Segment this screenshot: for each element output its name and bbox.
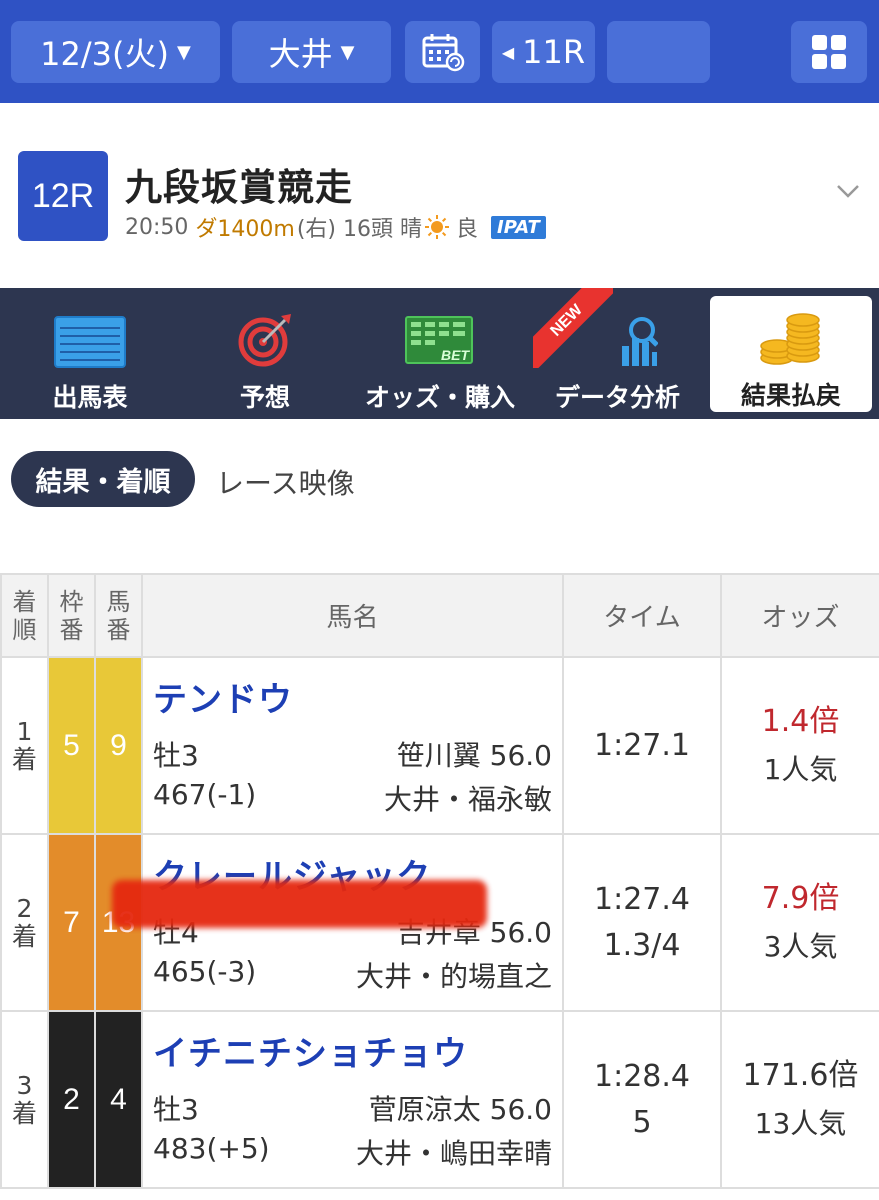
caret-down-icon: ▼ <box>177 41 191 63</box>
race-title: 九段坂賞競走 <box>125 166 353 209</box>
waku-cell: 5 <box>47 656 96 835</box>
tab-label: 出馬表 <box>52 383 128 412</box>
tab-label: 予想 <box>239 383 290 412</box>
race-going: 良 <box>456 217 479 242</box>
prev-race-label: 11R <box>522 33 586 71</box>
date-value: 12/3(火) <box>40 35 169 73</box>
umaban-cell: 4 <box>94 1010 143 1189</box>
calendar-button[interactable] <box>405 21 480 83</box>
date-select[interactable]: 12/3(火) ▼ <box>11 21 220 83</box>
header-umaban: 馬番 <box>94 573 143 658</box>
horse-cell: イチニチショチョウ 牡3 菅原涼太 56.0 483(+5) 大井・嶋田幸晴 <box>141 1010 564 1189</box>
race-direction: (右) <box>296 217 336 242</box>
race-runners: 16頭 <box>343 217 393 242</box>
horse-weight: 467(-1) <box>153 778 257 811</box>
target-icon <box>238 314 291 367</box>
coins-icon <box>760 313 820 365</box>
tab-label: データ分析 <box>554 383 680 412</box>
rank-cell: 2着 <box>0 833 49 1012</box>
jockey-weight: 笹川翼 56.0 <box>396 739 552 772</box>
chevron-down-icon[interactable] <box>833 176 863 206</box>
sex-age: 牡3 <box>153 739 199 772</box>
ipat-badge: IPAT <box>491 215 546 239</box>
race-info: 20:50 ダ1400m (右) 16頭 晴 良 IPAT <box>125 211 553 243</box>
rank-cell: 1着 <box>0 656 49 835</box>
top-nav-bar: 12/3(火) ▼ 大井 ▼ ◀ 11R <box>0 0 879 103</box>
table-row: 3着 2 4 イチニチショチョウ 牡3 菅原涼太 56.0 483(+5) 大井… <box>0 1010 879 1189</box>
header-waku: 枠番 <box>47 573 96 658</box>
horse-weight: 465(-3) <box>153 955 257 988</box>
umaban-cell: 9 <box>94 656 143 835</box>
trainer: 大井・福永敏 <box>383 783 552 816</box>
main-tab-bar: 出馬表 予想 BET オッズ・購入 データ分析 NEW 結果払戻 <box>0 288 879 419</box>
horse-weight: 483(+5) <box>153 1132 270 1165</box>
time-cell: 1:28.4 5 <box>562 1010 722 1189</box>
sex-age: 牡3 <box>153 1093 199 1126</box>
next-race-button[interactable] <box>607 21 710 83</box>
subtab-results-order[interactable]: 結果・着順 <box>11 451 195 507</box>
tab-race-card[interactable]: 出馬表 <box>10 288 170 419</box>
trainer: 大井・的場直之 <box>355 960 552 993</box>
odds-cell: 7.9倍 3人気 <box>720 833 879 1012</box>
menu-grid-button[interactable] <box>791 21 867 83</box>
horse-name-link[interactable]: イチニチショチョウ <box>153 1026 468 1075</box>
venue-value: 大井 <box>268 35 333 73</box>
horse-name-link[interactable]: テンドウ <box>153 672 293 721</box>
header-time: タイム <box>562 573 722 658</box>
race-course: ダ1400m <box>195 217 295 242</box>
subtab-race-video[interactable]: レース映像 <box>216 462 355 502</box>
tab-label: 結果払戻 <box>740 381 841 410</box>
caret-down-icon: ▼ <box>340 41 355 63</box>
race-card-icon <box>54 316 126 368</box>
prev-race-button[interactable]: ◀ 11R <box>492 21 595 83</box>
grid-icon <box>812 35 846 69</box>
trainer: 大井・嶋田幸晴 <box>355 1137 552 1170</box>
waku-cell: 2 <box>47 1010 96 1189</box>
new-badge: NEW <box>533 288 613 368</box>
race-number-badge: 12R <box>18 151 108 241</box>
rank-cell: 3着 <box>0 1010 49 1189</box>
calendar-icon <box>422 34 464 72</box>
svg-text:BET: BET <box>441 347 470 363</box>
time-cell: 1:27.1 <box>562 656 722 835</box>
arrow-left-icon: ◀ <box>501 42 515 62</box>
sun-icon <box>425 215 450 239</box>
header-rank: 着順 <box>0 573 49 658</box>
odds-cell: 171.6倍 13人気 <box>720 1010 879 1189</box>
header-horse-name: 馬名 <box>141 573 564 658</box>
waku-cell: 7 <box>47 833 96 1012</box>
jockey-weight: 菅原涼太 56.0 <box>368 1093 552 1126</box>
race-time: 20:50 <box>125 214 189 240</box>
header-odds: オッズ <box>720 573 879 658</box>
tab-results-payout[interactable]: 結果払戻 <box>710 296 872 412</box>
marker-redaction <box>112 880 487 928</box>
time-cell: 1:27.4 1.3/4 <box>562 833 722 1012</box>
race-weather: 晴 <box>400 217 423 242</box>
table-header-row: 着順 枠番 馬番 馬名 タイム オッズ <box>0 573 879 658</box>
odds-cell: 1.4倍 1人気 <box>720 656 879 835</box>
venue-select[interactable]: 大井 ▼ <box>232 21 391 83</box>
bet-board-icon: BET <box>405 316 473 364</box>
tab-prediction[interactable]: 予想 <box>185 288 345 419</box>
table-row: 1着 5 9 テンドウ 牡3 笹川翼 56.0 467(-1) 大井・福永敏 1… <box>0 656 879 835</box>
tab-label: オッズ・購入 <box>364 383 515 412</box>
tab-odds-purchase[interactable]: BET オッズ・購入 <box>355 288 525 419</box>
horse-cell: テンドウ 牡3 笹川翼 56.0 467(-1) 大井・福永敏 <box>141 656 564 835</box>
